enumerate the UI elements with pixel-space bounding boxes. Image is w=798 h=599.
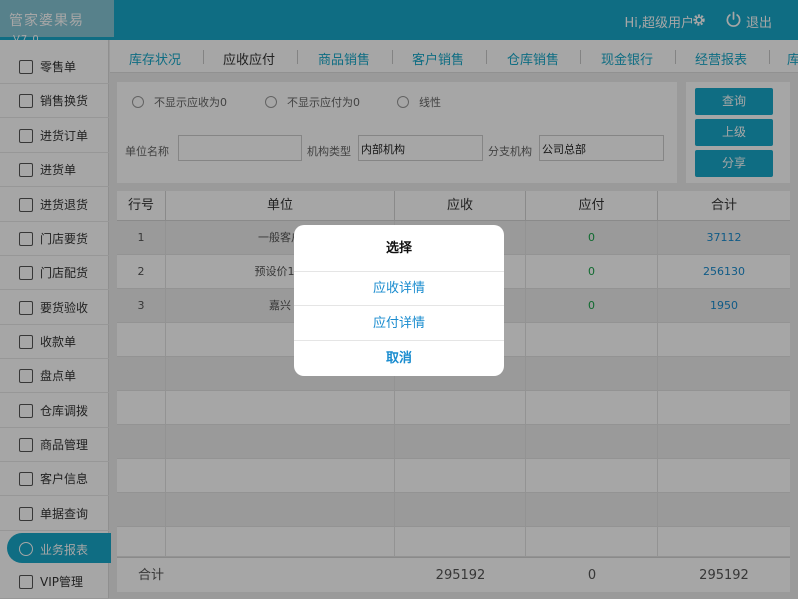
cancel-option[interactable]: 取消 bbox=[294, 342, 504, 376]
dialog-title: 选择 bbox=[294, 225, 504, 272]
select-dialog: 选择 应收详情 应付详情 取消 bbox=[294, 225, 504, 376]
receivable-detail-option[interactable]: 应收详情 bbox=[294, 272, 504, 306]
payable-detail-option[interactable]: 应付详情 bbox=[294, 307, 504, 341]
